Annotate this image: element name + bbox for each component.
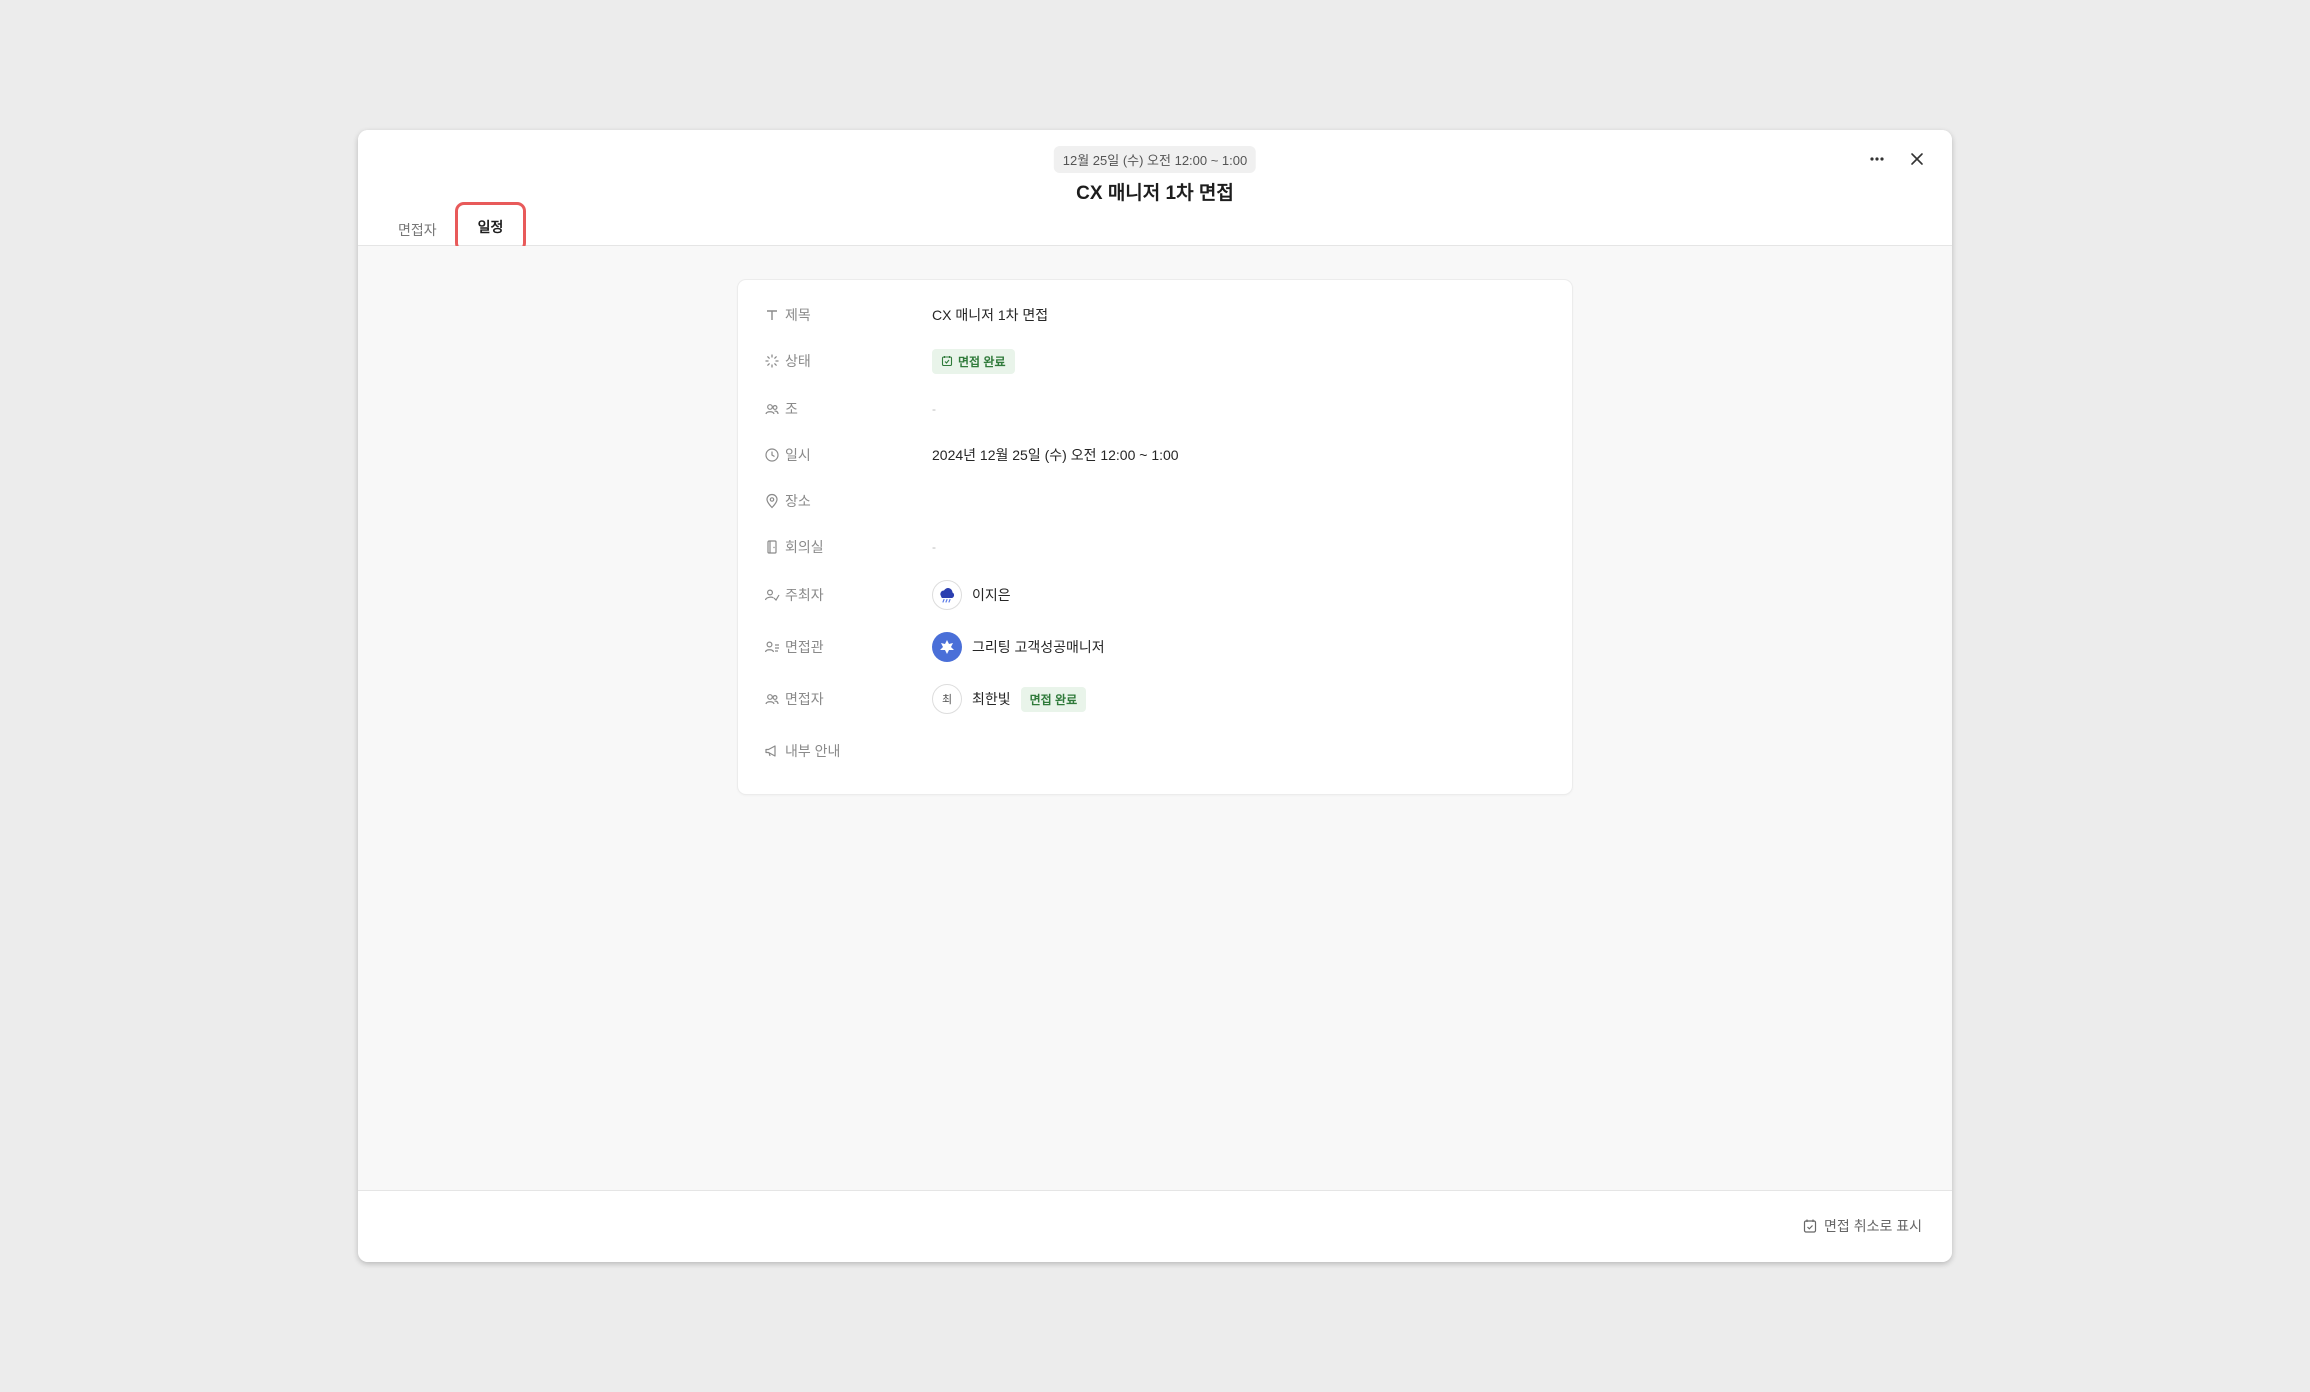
close-icon [1911,153,1923,165]
property-label: 면접관 [785,639,824,655]
datetime-value[interactable]: 2024년 12월 25일 (수) 오전 12:00 ~ 1:00 [932,445,1179,465]
property-row-status: 상태 면접 완료 [764,346,1544,376]
more-options-button[interactable] [1862,144,1892,174]
calendar-check-icon [1803,1219,1817,1233]
leaf-logo-icon [940,640,954,654]
modal-body: 제목 CX 매니저 1차 면접 상태 면접 완료 조 - 일시 2024년 12… [358,246,1952,1190]
map-pin-icon [766,493,778,509]
property-row-internal-note: 내부 안내 [764,736,1544,766]
property-row-datetime: 일시 2024년 12월 25일 (수) 오전 12:00 ~ 1:00 [764,440,1544,470]
property-row-location: 장소 [764,486,1544,516]
clock-icon [765,448,779,462]
property-row-meeting-room: 회의실 - [764,532,1544,562]
status-icon [765,354,779,368]
candidate-name[interactable]: 최한빛 [972,689,1011,709]
date-chip: 12월 25일 (수) 오전 12:00 ~ 1:00 [1053,146,1257,173]
interviewer-icon [764,641,779,653]
group-icon [765,404,779,415]
status-badge-label: 면접 완료 [958,354,1006,369]
people-icon [765,694,779,705]
mark-as-cancelled-label: 면접 취소로 표시 [1824,1218,1922,1234]
mark-as-cancelled-button[interactable]: 면접 취소로 표시 [1802,1216,1922,1236]
meeting-room-value[interactable]: - [932,540,936,554]
door-icon [767,540,777,554]
calendar-check-icon [941,356,953,367]
property-label: 주최자 [785,587,824,603]
status-badge[interactable]: 면접 완료 [932,348,1015,374]
cloud-avatar-icon [940,588,955,603]
modal-footer: 면접 취소로 표시 [358,1190,1952,1262]
megaphone-icon [765,745,776,757]
organizer-icon [764,589,780,601]
tab-schedule[interactable]: 일정 [454,202,527,252]
organizer-avatar[interactable] [932,580,962,610]
schedule-card: 제목 CX 매니저 1차 면접 상태 면접 완료 조 - 일시 2024년 12… [738,280,1572,794]
interview-modal: 12월 25일 (수) 오전 12:00 ~ 1:00 CX 매니저 1차 면접… [358,130,1952,1262]
property-label: 내부 안내 [785,743,841,759]
property-label: 조 [785,401,798,417]
modal-title: CX 매니저 1차 면접 [1076,183,1234,204]
close-button[interactable] [1902,144,1932,174]
property-label: 면접자 [785,691,824,707]
property-label: 상태 [785,353,811,369]
interviewer-name: 그리팅 고객성공매니저 [972,639,1105,655]
modal-header: 12월 25일 (수) 오전 12:00 ~ 1:00 CX 매니저 1차 면접… [358,130,1952,252]
organizer-name: 이지은 [972,587,1011,603]
property-row-organizer: 주최자 이지은 [764,578,1544,612]
property-label: 장소 [785,493,811,509]
property-label: 회의실 [785,539,824,555]
candidate-avatar[interactable]: 최 [932,684,962,714]
property-row-candidate: 면접자 최 최한빛 면접 완료 [764,682,1544,716]
property-row-title: 제목 CX 매니저 1차 면접 [764,300,1544,330]
property-row-interviewer: 면접관 그리팅 고객성공매니저 [764,630,1544,664]
property-label: 일시 [785,447,811,463]
text-icon [767,310,777,320]
candidate-status-badge: 면접 완료 [1020,686,1087,712]
tab-candidates[interactable]: 면접자 [394,214,441,246]
group-value[interactable]: - [932,402,936,416]
title-value[interactable]: CX 매니저 1차 면접 [932,305,1048,325]
property-row-group: 조 - [764,394,1544,424]
more-horizontal-icon [1870,157,1884,161]
property-label: 제목 [785,307,811,323]
interviewer-avatar[interactable] [932,632,962,662]
